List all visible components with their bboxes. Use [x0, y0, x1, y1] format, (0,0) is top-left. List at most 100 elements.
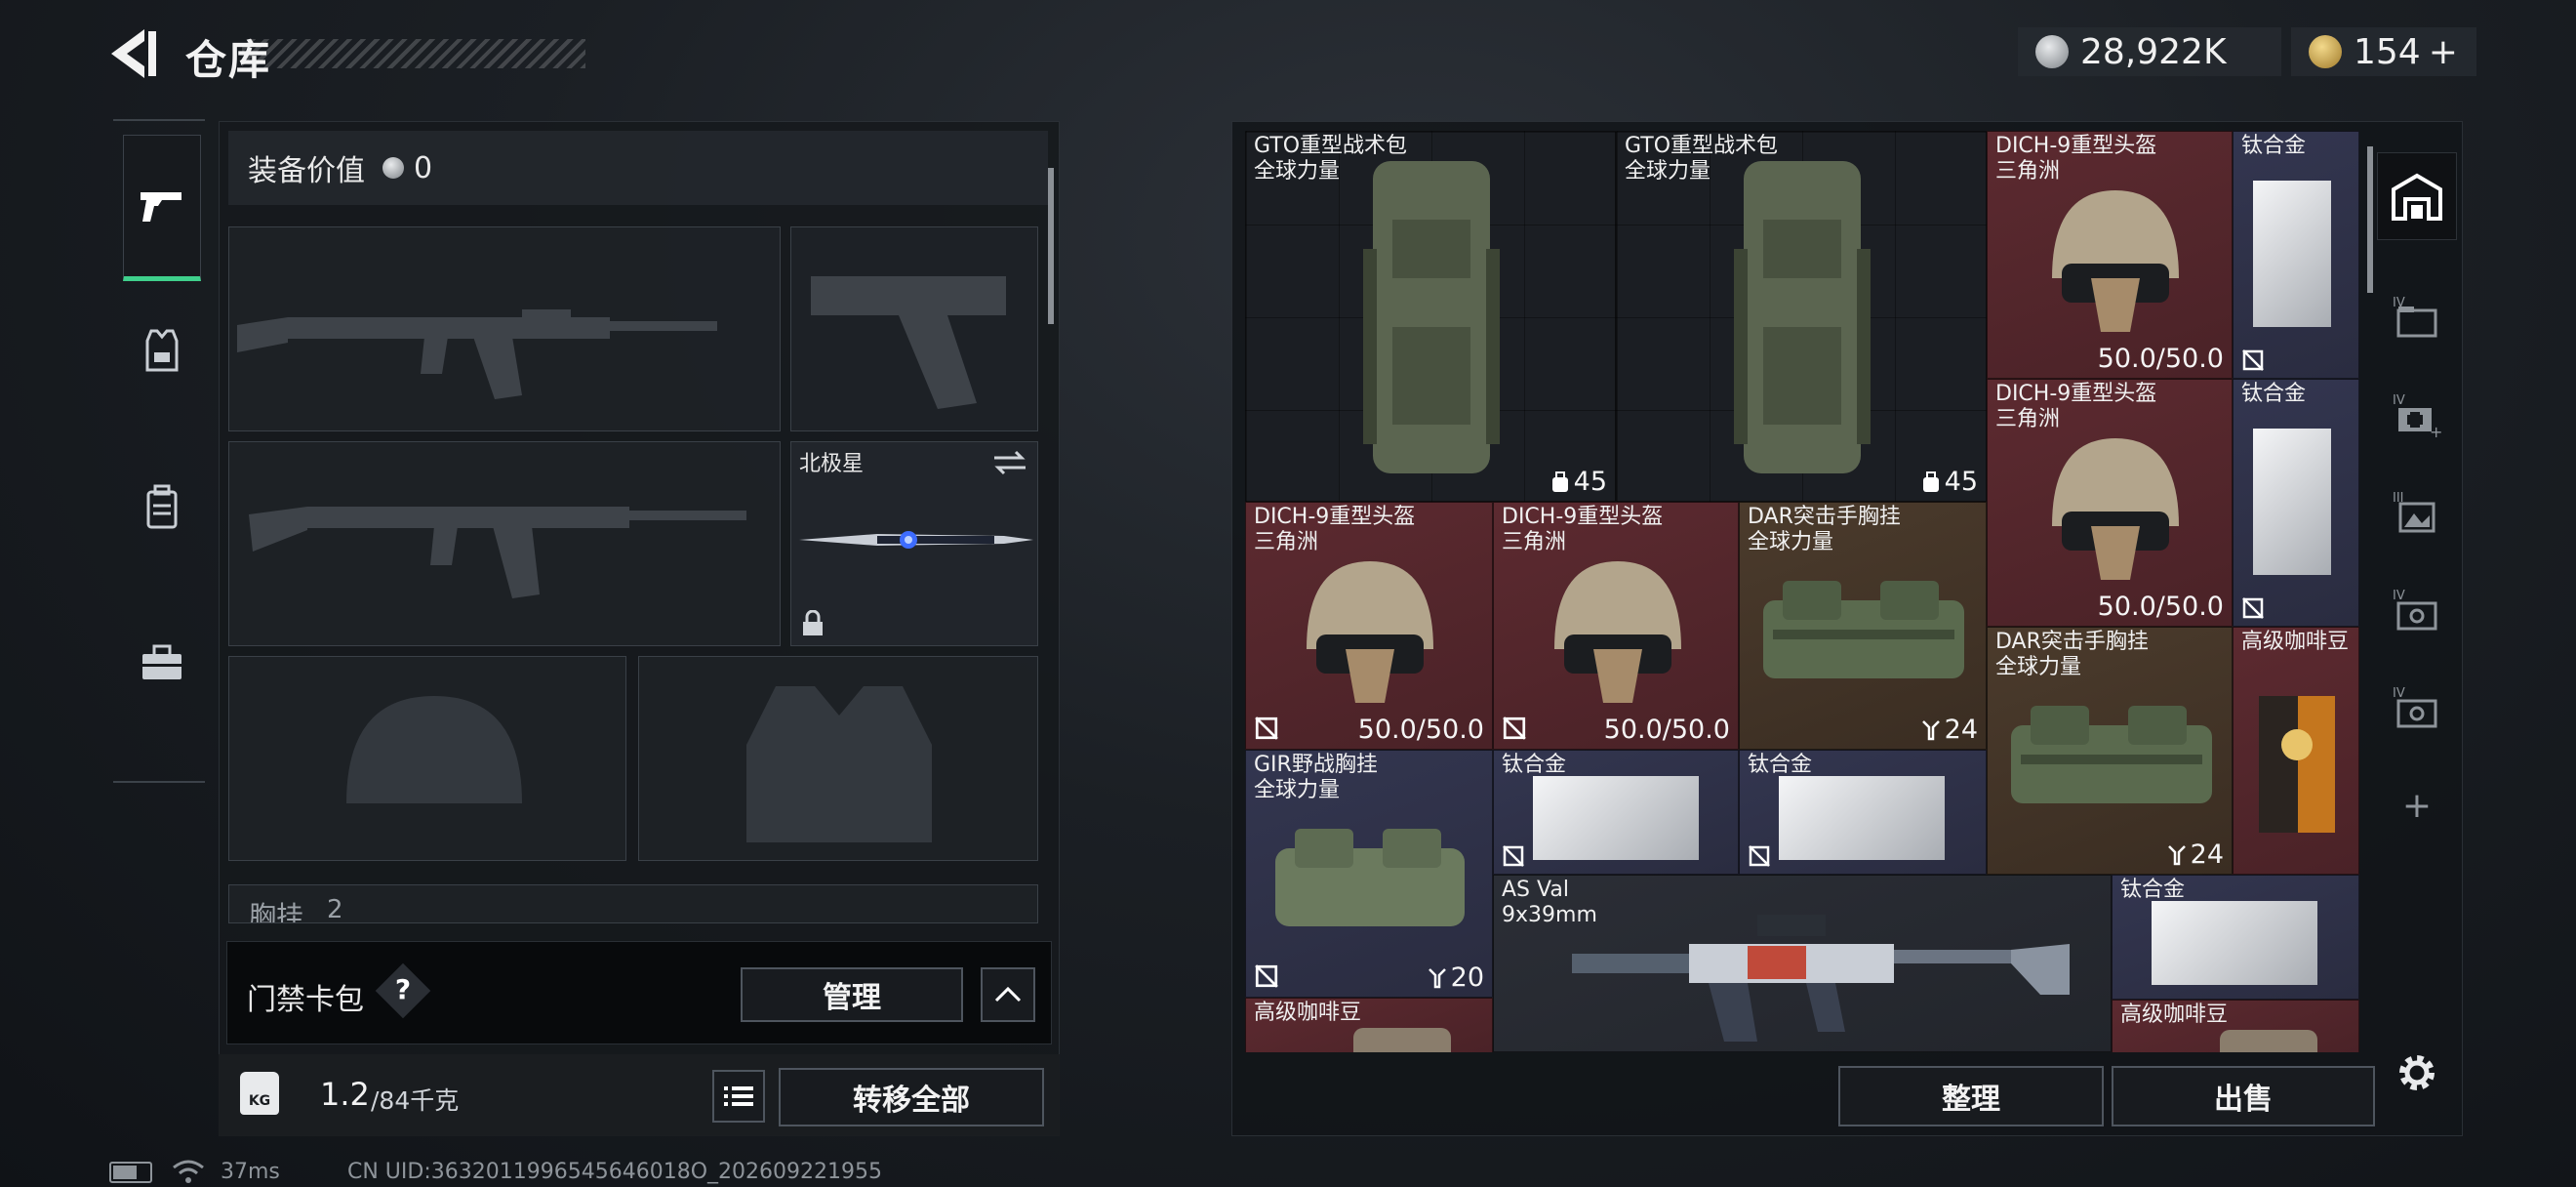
item-name: DAR突击手胸挂 全球力量: [1995, 630, 2149, 679]
transfer-all-button[interactable]: 转移全部: [779, 1068, 1044, 1126]
item-durability: 50.0/50.0: [2097, 592, 2224, 622]
storage-item-gir-chest-rig[interactable]: GIR野战胸挂 全球力量 20: [1245, 750, 1493, 998]
toolbox-icon: [142, 644, 181, 679]
item-name: GTO重型战术包 全球力量: [1254, 134, 1408, 184]
storage-item-dich9-helmet-4[interactable]: DICH-9重型头盔 三角洲 50.0/50.0: [1493, 502, 1739, 750]
storage-item-titanium-3[interactable]: 钛合金: [1493, 750, 1739, 875]
medkit-icon: IV +: [2393, 393, 2442, 439]
titanium-item-icon: [1779, 776, 1945, 860]
helmet-slot[interactable]: [228, 656, 626, 861]
sidearm-slot[interactable]: [790, 226, 1038, 431]
add-storage-tab-button[interactable]: +: [2377, 761, 2457, 849]
storage-scrollbar[interactable]: [2367, 146, 2373, 293]
storage-item-dar-chest-rig-2[interactable]: DAR突击手胸挂 全球力量 24: [1987, 627, 2233, 875]
chest-rig-item-icon: [1275, 829, 1465, 926]
storage-item-titanium-5[interactable]: 钛合金: [2112, 875, 2359, 1000]
storage-item-coffee-beans-2[interactable]: 高级咖啡豆: [1245, 998, 1493, 1052]
svg-text:IV: IV: [2393, 393, 2405, 408]
card-pack-label: 门禁卡包: [247, 983, 364, 1017]
tab-armor[interactable]: [123, 297, 201, 404]
titanium-item-icon: [2253, 429, 2331, 575]
sort-button[interactable]: 整理: [1838, 1066, 2104, 1126]
item-capacity: 24: [2167, 839, 2224, 870]
no-trade-icon: [2242, 597, 2264, 619]
pistol-silhouette-icon: [811, 276, 1006, 409]
item-name: GIR野战胸挂 全球力量: [1254, 753, 1378, 802]
list-view-button[interactable]: [712, 1070, 765, 1123]
titanium-item-icon: [2152, 901, 2317, 985]
coffee-bag-item-icon: [2259, 696, 2335, 833]
storage-item-dich9-helmet-2[interactable]: DICH-9重型头盔 三角洲 50.0/50.0: [1987, 379, 2233, 627]
chest-rig-item-icon: [2011, 706, 2212, 803]
item-durability: 50.0/50.0: [2097, 344, 2224, 374]
manage-button[interactable]: 管理: [741, 967, 963, 1022]
item-name: 高级咖啡豆: [2120, 1003, 2229, 1027]
item-name: DICH-9重型头盔 三角洲: [1995, 382, 2157, 431]
settings-button[interactable]: [2377, 1029, 2457, 1117]
swap-icon[interactable]: [992, 448, 1027, 477]
tab-storage-iv-3[interactable]: IV: [2377, 566, 2457, 654]
no-trade-icon: [1503, 845, 1524, 867]
no-trade-icon: [1255, 964, 1278, 988]
equipment-category-tabs: [113, 119, 205, 783]
titanium-item-icon: [2253, 181, 2331, 327]
tab-storage-iv-2[interactable]: IV +: [2377, 371, 2457, 459]
storage-item-gto-backpack-2[interactable]: GTO重型战术包 全球力量 45: [1616, 131, 1987, 502]
back-arrow-icon: [111, 29, 156, 78]
svg-text:IV: IV: [2393, 589, 2405, 603]
storage-item-dich9-helmet-3[interactable]: DICH-9重型头盔 三角洲 50.0/50.0: [1245, 502, 1493, 750]
equipment-scrollbar[interactable]: [1048, 168, 1054, 324]
storage-item-dich9-helmet-1[interactable]: DICH-9重型头盔 三角洲 50.0/50.0: [1987, 131, 2233, 379]
ping-value: 37ms: [221, 1160, 280, 1184]
secondary-weapon-slot[interactable]: [228, 441, 781, 646]
melee-slot[interactable]: 北极星: [790, 441, 1038, 646]
tab-storage-iii[interactable]: III: [2377, 469, 2457, 556]
helmet-item-icon: [1554, 561, 1681, 703]
expand-button[interactable]: [981, 967, 1035, 1022]
tab-storage-iv-1[interactable]: IV: [2377, 273, 2457, 361]
coffee-bag-item-icon: [1353, 1028, 1451, 1052]
backpack-item-icon: [1734, 161, 1871, 473]
add-currency-icon[interactable]: +: [2429, 32, 2458, 72]
svg-text:+: +: [2430, 423, 2442, 439]
storage-item-titanium-2[interactable]: 钛合金: [2233, 379, 2359, 627]
storage-item-dar-chest-rig-1[interactable]: DAR突击手胸挂 全球力量 24: [1739, 502, 1987, 750]
helmet-item-icon: [1307, 561, 1433, 703]
no-trade-icon: [2242, 349, 2264, 371]
title-decoration: [242, 39, 585, 68]
tab-toolbox[interactable]: [123, 609, 201, 716]
tab-main-storage[interactable]: [2377, 152, 2457, 240]
access-card-pack-bar: 门禁卡包 ? 管理: [226, 941, 1052, 1044]
rifle-silhouette-icon: [237, 309, 717, 399]
tab-weapons[interactable]: [123, 135, 201, 281]
item-capacity: 24: [1921, 715, 1978, 745]
equipment-value-header: 装备价值 0: [228, 131, 1048, 205]
item-capacity: 45: [1921, 467, 1978, 497]
equipment-value: 0: [414, 150, 433, 185]
lock-icon: [803, 610, 823, 635]
item-durability: 50.0/50.0: [1357, 715, 1484, 745]
helmet-item-icon: [2052, 190, 2179, 332]
tab-backpack[interactable]: [123, 453, 201, 560]
item-capacity: 20: [1428, 962, 1484, 993]
tab-storage-iv-4[interactable]: IV: [2377, 664, 2457, 752]
help-icon[interactable]: ?: [383, 973, 423, 1005]
gold-currency[interactable]: 154 +: [2291, 27, 2476, 76]
silver-currency: 28,922K: [2018, 27, 2281, 76]
back-button[interactable]: [105, 27, 166, 80]
storage-item-as-val[interactable]: AS Val 9x39mm: [1493, 875, 2112, 1052]
primary-weapon-slot[interactable]: [228, 226, 781, 431]
storage-item-coffee-beans-3[interactable]: 高级咖啡豆: [2112, 1000, 2359, 1052]
item-name: 钛合金: [1502, 753, 1567, 777]
storage-item-titanium-4[interactable]: 钛合金: [1739, 750, 1987, 875]
storage-item-gto-backpack-1[interactable]: GTO重型战术包 全球力量 45: [1245, 131, 1616, 502]
backpack-item-icon: [1363, 161, 1500, 473]
equipment-value-label: 装备价值: [248, 154, 365, 188]
body-armor-slot[interactable]: [638, 656, 1038, 861]
chevron-up-icon: [994, 986, 1022, 1003]
rifle-item-icon: [1572, 915, 2070, 1042]
item-name: 钛合金: [2120, 878, 2186, 902]
storage-item-titanium-1[interactable]: 钛合金: [2233, 131, 2359, 379]
sell-button[interactable]: 出售: [2112, 1066, 2375, 1126]
storage-item-coffee-beans-1[interactable]: 高级咖啡豆: [2233, 627, 2359, 875]
